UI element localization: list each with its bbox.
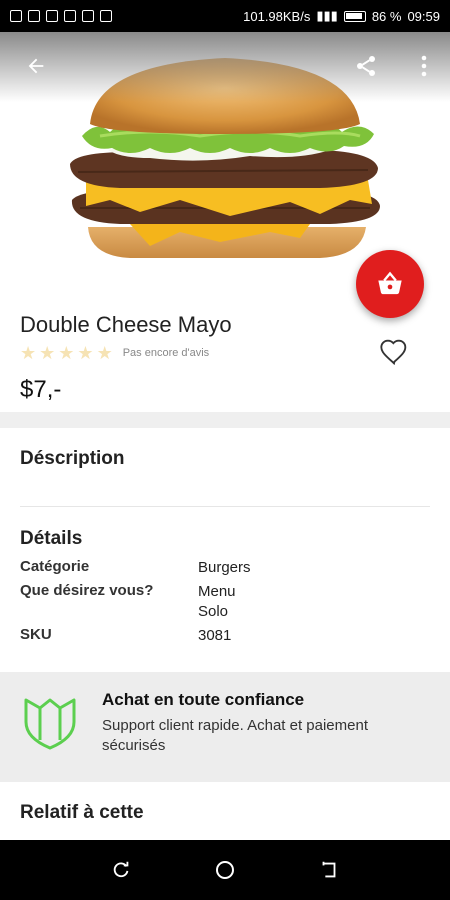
product-price: $7,- bbox=[20, 376, 62, 403]
add-to-cart-button[interactable] bbox=[356, 250, 424, 318]
detail-label: Que désirez vous? bbox=[20, 582, 154, 599]
divider bbox=[20, 506, 430, 507]
notification-icon bbox=[82, 10, 94, 22]
share-icon bbox=[357, 56, 375, 76]
clock: 09:59 bbox=[407, 8, 440, 24]
signal-icon: ▮▮▮ bbox=[316, 8, 338, 23]
status-indicators: 101.98KB/s ▮▮▮ 86 % 09:59 bbox=[243, 8, 440, 24]
trust-text: Achat en toute confiance Support client … bbox=[102, 690, 430, 764]
detail-value: 3081 bbox=[198, 627, 232, 644]
star-icon: ★ bbox=[58, 343, 75, 363]
back-nav-icon[interactable] bbox=[318, 859, 340, 881]
shield-icon bbox=[24, 698, 76, 750]
description-title: Déscription bbox=[20, 448, 125, 469]
trust-banner: Achat en toute confiance Support client … bbox=[0, 672, 450, 782]
star-icon: ★ bbox=[77, 343, 94, 363]
detail-row-option: Que désirez vous? Menu Solo bbox=[20, 582, 430, 622]
basket-icon bbox=[378, 271, 402, 295]
favorite-button[interactable] bbox=[378, 336, 410, 368]
arrow-back-icon bbox=[28, 58, 44, 74]
detail-label: Catégorie bbox=[20, 558, 90, 575]
more-vert-icon bbox=[421, 55, 427, 77]
more-options-button[interactable] bbox=[408, 50, 440, 82]
product-name: Double Cheese Mayo bbox=[20, 312, 232, 337]
details-title: Détails bbox=[20, 528, 83, 549]
trust-subtitle: Support client rapide. Achat et paiement… bbox=[102, 717, 369, 754]
notification-icon bbox=[100, 10, 112, 22]
related-title: Relatif à cette bbox=[20, 802, 144, 823]
detail-value: Menu Solo bbox=[198, 583, 236, 620]
rating-row: ★ ★ ★ ★ ★ Pas encore d'avis bbox=[20, 344, 430, 362]
notification-icon bbox=[46, 10, 58, 22]
back-button[interactable] bbox=[20, 50, 52, 82]
detail-row-category: Catégorie Burgers bbox=[20, 558, 430, 578]
heart-outline-icon bbox=[380, 339, 407, 366]
star-icon: ★ bbox=[20, 343, 37, 363]
section-separator bbox=[0, 412, 450, 428]
notification-icon bbox=[28, 10, 40, 22]
notification-icon bbox=[64, 10, 76, 22]
system-nav-bar bbox=[0, 840, 450, 900]
star-icon: ★ bbox=[39, 343, 56, 363]
notification-icon bbox=[10, 10, 22, 22]
detail-row-sku: SKU 3081 bbox=[20, 626, 430, 646]
battery-level: 86 % bbox=[371, 8, 402, 24]
detail-value: Burgers bbox=[198, 559, 251, 576]
star-icon: ★ bbox=[96, 343, 113, 363]
status-bar: 101.98KB/s ▮▮▮ 86 % 09:59 bbox=[0, 0, 450, 32]
trust-title: Achat en toute confiance bbox=[102, 690, 305, 709]
detail-label: SKU bbox=[20, 626, 52, 643]
notification-icons bbox=[10, 10, 112, 22]
network-speed: 101.98KB/s bbox=[243, 8, 311, 24]
home-icon[interactable] bbox=[213, 858, 237, 882]
share-button[interactable] bbox=[350, 50, 382, 82]
recent-apps-icon[interactable] bbox=[110, 859, 132, 881]
hero-gradient bbox=[0, 32, 450, 102]
battery-icon bbox=[343, 10, 366, 22]
review-status: Pas encore d'avis bbox=[122, 347, 210, 359]
rating-stars[interactable]: ★ ★ ★ ★ ★ bbox=[20, 344, 113, 362]
